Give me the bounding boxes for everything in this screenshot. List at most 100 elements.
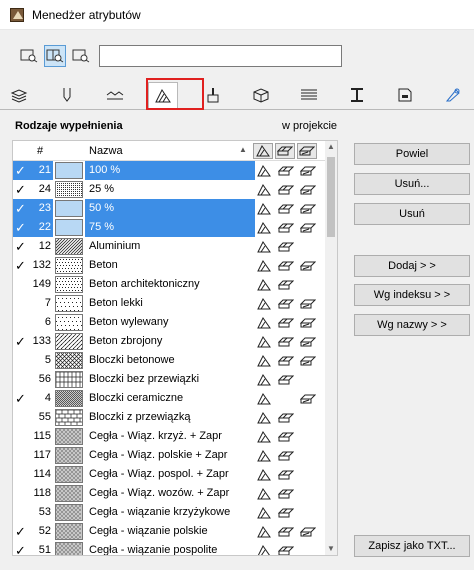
- delete-button[interactable]: Usuń: [354, 203, 470, 225]
- list-item[interactable]: ✓ 4 Bloczki ceramiczne: [13, 389, 337, 408]
- cut-fill-icon[interactable]: [277, 524, 295, 539]
- add-button[interactable]: Dodaj > >: [354, 255, 470, 277]
- drafting-fill-icon[interactable]: [255, 543, 273, 555]
- list-item[interactable]: ✓ 22 75 %: [13, 218, 337, 237]
- cover-fill-column-icon[interactable]: [297, 143, 317, 159]
- drafting-fill-icon[interactable]: [255, 524, 273, 539]
- fill-type-icon[interactable]: [148, 82, 178, 110]
- cut-fill-icon[interactable]: [277, 429, 295, 444]
- drafting-fill-icon[interactable]: [255, 372, 273, 387]
- cover-fill-icon[interactable]: [299, 353, 317, 368]
- delete-dots-button[interactable]: Usuń...: [354, 173, 470, 195]
- list-item[interactable]: 55 Bloczki z przewiązką: [13, 408, 337, 427]
- drafting-fill-icon[interactable]: [255, 239, 273, 254]
- list-item[interactable]: ✓ 12 Aluminium: [13, 237, 337, 256]
- cover-fill-icon[interactable]: [299, 334, 317, 349]
- list-item[interactable]: 5 Bloczki betonowe: [13, 351, 337, 370]
- cut-fill-icon[interactable]: [277, 372, 295, 387]
- list-item[interactable]: ✓ 24 25 %: [13, 180, 337, 199]
- cover-fill-icon[interactable]: [299, 201, 317, 216]
- list-item[interactable]: ✓ 52 Cegła - wiązanie polskie: [13, 522, 337, 541]
- column-number-header[interactable]: #: [37, 145, 43, 157]
- cut-fill-icon[interactable]: [277, 182, 295, 197]
- list-item[interactable]: 114 Cegła - Wiąz. pospol. + Zapr: [13, 465, 337, 484]
- cut-fill-icon[interactable]: [277, 505, 295, 520]
- duplicate-button[interactable]: Powiel: [354, 143, 470, 165]
- scroll-up-icon[interactable]: ▲: [325, 141, 337, 153]
- view-list-icon[interactable]: [18, 45, 40, 67]
- cut-fill-icon[interactable]: [277, 296, 295, 311]
- column-name-header[interactable]: Nazwa: [89, 145, 123, 157]
- drafting-fill-icon[interactable]: [255, 163, 273, 178]
- cover-fill-icon[interactable]: [299, 182, 317, 197]
- profile-icon[interactable]: [342, 82, 372, 108]
- layers-icon[interactable]: [4, 82, 34, 108]
- list-item[interactable]: 149 Beton architektoniczny: [13, 275, 337, 294]
- drafting-fill-icon[interactable]: [255, 201, 273, 216]
- view-split-icon[interactable]: [44, 45, 66, 67]
- cut-fill-icon[interactable]: [277, 543, 295, 555]
- view-detail-icon[interactable]: [70, 45, 92, 67]
- cut-fill-icon[interactable]: [277, 410, 295, 425]
- cut-fill-icon[interactable]: [277, 334, 295, 349]
- cut-fill-icon[interactable]: [277, 467, 295, 482]
- zone-category-icon[interactable]: [390, 82, 420, 108]
- cut-fill-icon[interactable]: [277, 258, 295, 273]
- surface-icon[interactable]: [438, 82, 468, 108]
- fill-types-list[interactable]: # Nazwa ▲ ✓ 21 100 % ✓ 24 25 % ✓ 23 50 % ✓ 22 75 % ✓…: [12, 140, 338, 556]
- scroll-thumb[interactable]: [327, 157, 335, 237]
- list-item[interactable]: 115 Cegła - Wiąz. krzyż. + Zapr: [13, 427, 337, 446]
- cut-fill-icon[interactable]: [277, 163, 295, 178]
- list-item[interactable]: 118 Cegła - Wiąz. wozów. + Zapr: [13, 484, 337, 503]
- by-name-button[interactable]: Wg nazwy > >: [354, 314, 470, 336]
- drafting-fill-icon[interactable]: [255, 429, 273, 444]
- cut-fill-icon[interactable]: [277, 353, 295, 368]
- list-item[interactable]: 53 Cegła - wiązanie krzyżykowe: [13, 503, 337, 522]
- drafting-fill-icon[interactable]: [255, 467, 273, 482]
- list-item[interactable]: 56 Bloczki bez przewiązki: [13, 370, 337, 389]
- scroll-down-icon[interactable]: ▼: [325, 543, 337, 555]
- drafting-fill-icon[interactable]: [255, 448, 273, 463]
- line-type-icon[interactable]: [100, 82, 130, 108]
- search-input[interactable]: [99, 45, 342, 67]
- list-item[interactable]: ✓ 23 50 %: [13, 199, 337, 218]
- cut-fill-icon[interactable]: [277, 277, 295, 292]
- paint-icon[interactable]: [198, 82, 228, 108]
- cut-fill-column-icon[interactable]: [275, 143, 295, 159]
- cut-fill-icon[interactable]: [277, 315, 295, 330]
- drafting-fill-icon[interactable]: [255, 220, 273, 235]
- drafting-fill-column-icon[interactable]: [253, 143, 273, 159]
- cover-fill-icon[interactable]: [299, 220, 317, 235]
- by-index-button[interactable]: Wg indeksu > >: [354, 284, 470, 306]
- cover-fill-icon[interactable]: [299, 524, 317, 539]
- composite-icon[interactable]: [294, 82, 324, 108]
- list-item[interactable]: 7 Beton lekki: [13, 294, 337, 313]
- cut-fill-icon[interactable]: [277, 448, 295, 463]
- drafting-fill-icon[interactable]: [255, 315, 273, 330]
- drafting-fill-icon[interactable]: [255, 334, 273, 349]
- drafting-fill-icon[interactable]: [255, 182, 273, 197]
- list-item[interactable]: ✓ 133 Beton zbrojony: [13, 332, 337, 351]
- drafting-fill-icon[interactable]: [255, 277, 273, 292]
- list-item[interactable]: ✓ 132 Beton: [13, 256, 337, 275]
- building-material-icon[interactable]: [246, 82, 276, 108]
- drafting-fill-icon[interactable]: [255, 296, 273, 311]
- cut-fill-icon[interactable]: [277, 220, 295, 235]
- cover-fill-icon[interactable]: [299, 258, 317, 273]
- list-scrollbar[interactable]: ▲ ▼: [325, 141, 337, 555]
- drafting-fill-icon[interactable]: [255, 391, 273, 406]
- drafting-fill-icon[interactable]: [255, 505, 273, 520]
- cover-fill-icon[interactable]: [299, 296, 317, 311]
- list-item[interactable]: ✓ 21 100 %: [13, 161, 337, 180]
- list-item[interactable]: 117 Cegła - Wiąz. polskie + Zapr: [13, 446, 337, 465]
- drafting-fill-icon[interactable]: [255, 410, 273, 425]
- cut-fill-icon[interactable]: [277, 486, 295, 501]
- cover-fill-icon[interactable]: [299, 315, 317, 330]
- drafting-fill-icon[interactable]: [255, 258, 273, 273]
- save-as-txt-button[interactable]: Zapisz jako TXT...: [354, 535, 470, 557]
- drafting-fill-icon[interactable]: [255, 353, 273, 368]
- list-item[interactable]: ✓ 51 Cegła - wiązanie pospolite: [13, 541, 337, 555]
- cut-fill-icon[interactable]: [277, 201, 295, 216]
- pen-icon[interactable]: [52, 82, 82, 108]
- list-item[interactable]: 6 Beton wylewany: [13, 313, 337, 332]
